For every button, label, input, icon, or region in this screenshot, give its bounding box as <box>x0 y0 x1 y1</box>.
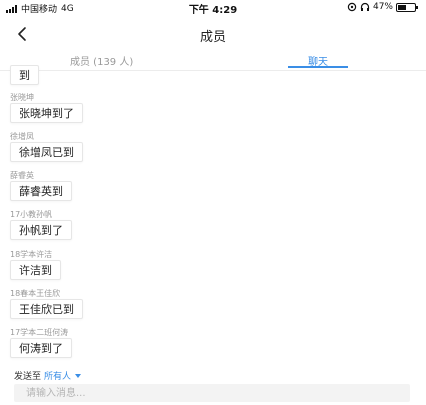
message-sender: 18春本王佳欣 <box>10 289 61 298</box>
message-sender: 17小教孙帆 <box>10 210 53 219</box>
send-to-label: 发送至 <box>14 372 42 382</box>
message-bubble: 徐增凤已到 <box>10 142 83 162</box>
message-input[interactable] <box>14 384 410 402</box>
battery-percent: 47% <box>372 2 393 12</box>
message-bubble: 何涛到了 <box>10 338 72 358</box>
location-lock-icon <box>347 2 357 12</box>
send-to-row: 发送至 所有人 <box>14 369 82 382</box>
battery-fill <box>398 4 406 10</box>
caret-down-icon <box>75 374 82 378</box>
message-sender: 17学本二班何涛 <box>10 328 69 337</box>
battery-icon <box>396 2 418 12</box>
message-sender: 徐增凤 <box>10 132 34 141</box>
message-bubble: 王佳欣已到 <box>10 299 83 319</box>
message-bubble: 孙帆到了 <box>10 220 72 240</box>
headphones-icon <box>360 2 370 11</box>
chat-message-list[interactable]: 到 张晓坤 张晓坤到了 徐增凤 徐增凤已到 薛睿英 薛睿英到 17小教孙帆 孙帆… <box>0 65 426 363</box>
nav-bar: 成员 <box>0 17 426 51</box>
page-title: 成员 <box>199 30 226 45</box>
message-bubble: 张晓坤到了 <box>10 103 83 123</box>
status-bar: 中国移动 4G 下午 4:29 47% <box>0 0 426 16</box>
message-sender: 张晓坤 <box>10 93 34 102</box>
message-bubble: 到 <box>10 65 39 85</box>
recipient-label: 所有人 <box>44 372 72 382</box>
message-composer: 发送至 所有人 <box>0 364 426 405</box>
recipient-selector[interactable]: 所有人 <box>44 372 82 382</box>
status-right: 47% <box>347 2 418 12</box>
message-sender: 18学本许洁 <box>10 250 53 259</box>
message-sender: 薛睿英 <box>10 171 34 180</box>
message-bubble: 许洁到 <box>10 260 61 280</box>
message-bubble: 薛睿英到 <box>10 181 72 201</box>
